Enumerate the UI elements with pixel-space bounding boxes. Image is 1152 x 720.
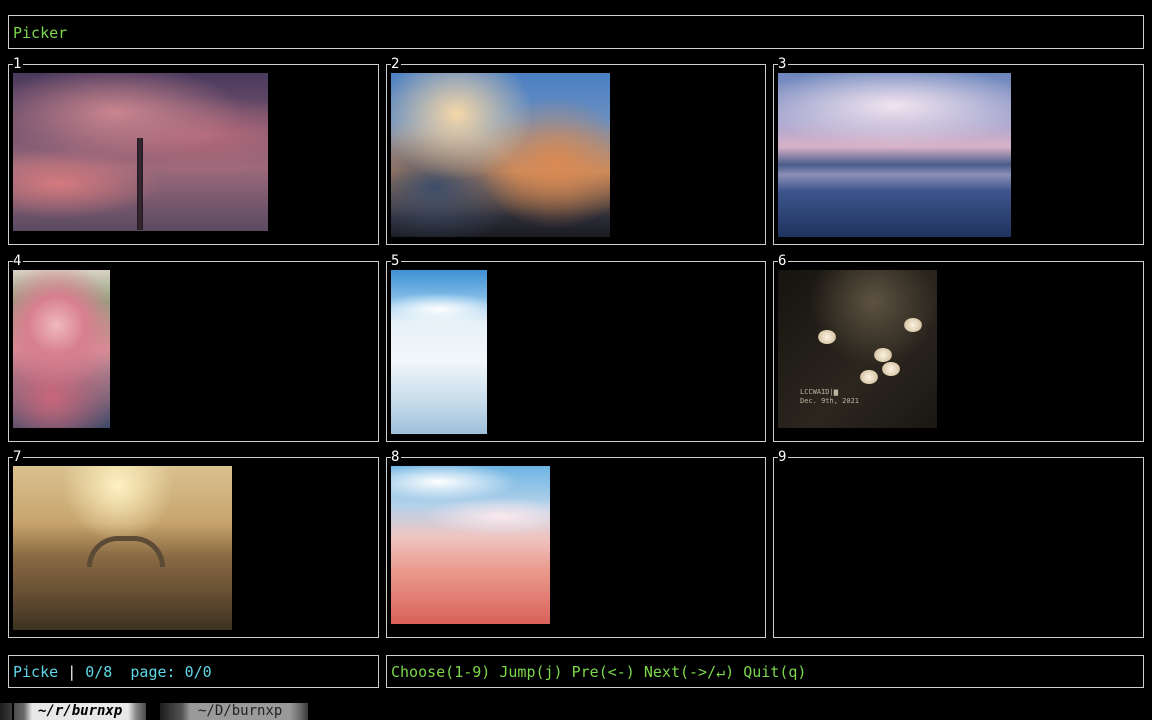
- thumbnail-image[interactable]: [13, 270, 110, 428]
- thumbnail-image[interactable]: LCCWAID|▆ Dec. 9th, 2021: [778, 270, 937, 428]
- tab-edge-decoration: [0, 703, 12, 720]
- image-watermark: LCCWAID|▆ Dec. 9th, 2021: [800, 388, 859, 406]
- cell-number: 7: [13, 449, 24, 465]
- cell-number: 6: [778, 253, 789, 269]
- arched-bridge-shape: [87, 536, 165, 567]
- terminal-tab-bar: ~/r/burnxp ~/D/burnxp: [0, 703, 1152, 720]
- grid-cell-6[interactable]: 6 LCCWAID|▆ Dec. 9th, 2021: [773, 253, 1144, 442]
- status-mode: Picke: [13, 663, 59, 681]
- grid-cell-2[interactable]: 2: [386, 56, 766, 245]
- watermark-line-2: Dec. 9th, 2021: [800, 397, 860, 405]
- cell-number: 4: [13, 253, 24, 269]
- watermark-line-1: LCCWAID|▆: [800, 388, 838, 396]
- status-page-value: 0/0: [184, 663, 212, 681]
- cell-number: 3: [778, 56, 789, 72]
- grid-cell-1[interactable]: 1: [8, 56, 379, 245]
- thumbnail-image[interactable]: [391, 270, 487, 434]
- grid-cell-8[interactable]: 8: [386, 449, 766, 638]
- status-panel: Picke | 0/8 page: 0/0: [8, 655, 379, 688]
- tab-edge-decoration: [160, 703, 172, 720]
- grid-cell-3[interactable]: 3: [773, 56, 1144, 245]
- cell-number: 8: [391, 449, 402, 465]
- help-panel: Choose(1-9) Jump(j) Pre(<-) Next(->/↵) Q…: [386, 655, 1144, 688]
- status-count: 0/8: [85, 663, 113, 681]
- grid-cell-4[interactable]: 4: [8, 253, 379, 442]
- keybinding-help: Choose(1-9) Jump(j) Pre(<-) Next(->/↵) Q…: [391, 663, 807, 681]
- grid-cell-7[interactable]: 7: [8, 449, 379, 638]
- status-line: Picke | 0/8 page: 0/0: [13, 663, 212, 681]
- magnolia-flower: [874, 348, 892, 362]
- tab-inactive[interactable]: ~/D/burnxp: [172, 703, 309, 720]
- tab-active[interactable]: ~/r/burnxp: [14, 703, 147, 720]
- grid-cell-5[interactable]: 5: [386, 253, 766, 442]
- status-page-label: page:: [130, 663, 176, 681]
- cell-number: 5: [391, 253, 402, 269]
- magnolia-flower: [818, 330, 836, 344]
- thumbnail-image[interactable]: [13, 466, 232, 630]
- thumbnail-image[interactable]: [778, 73, 1011, 237]
- thumbnail-image[interactable]: [391, 466, 550, 624]
- cell-number: 1: [13, 56, 24, 72]
- picker-title: Picker: [13, 24, 68, 42]
- cell-number: 2: [391, 56, 402, 72]
- picker-title-bar: Picker: [8, 15, 1144, 49]
- magnolia-flower: [860, 370, 878, 384]
- thumbnail-image[interactable]: [13, 73, 268, 231]
- magnolia-flower: [904, 318, 922, 332]
- magnolia-flower: [882, 362, 900, 376]
- grid-cell-9[interactable]: 9: [773, 449, 1144, 638]
- cell-number: 9: [778, 449, 789, 465]
- thumbnail-image[interactable]: [391, 73, 610, 237]
- status-separator: |: [67, 663, 77, 681]
- radio-tower-shape: [137, 138, 143, 230]
